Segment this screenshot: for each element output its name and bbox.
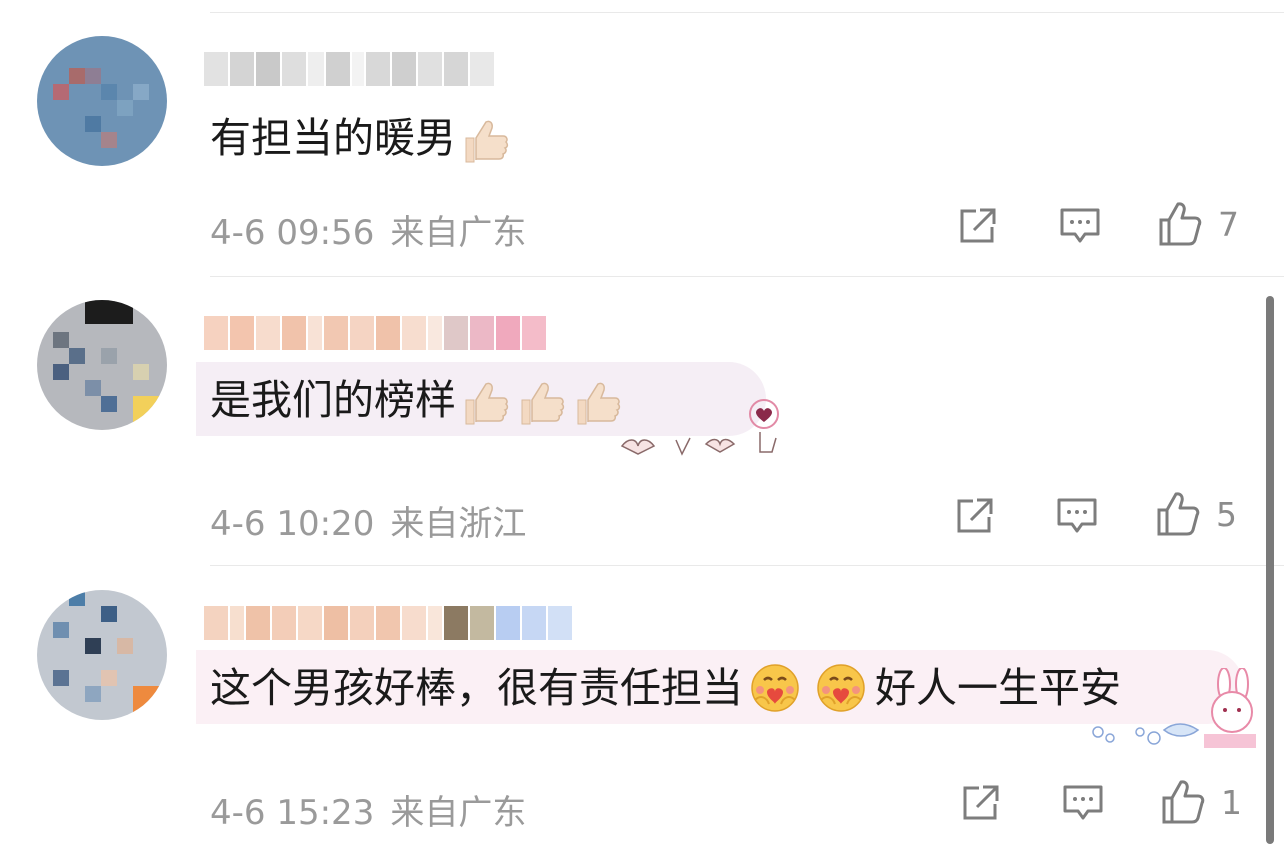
hugging-face-icon xyxy=(813,662,871,714)
comment-icon xyxy=(1060,208,1100,243)
heart-sticker-icon xyxy=(620,399,779,456)
like-button[interactable]: 7 xyxy=(1158,201,1239,247)
like-button[interactable]: 1 xyxy=(1161,779,1242,825)
username-blurred[interactable] xyxy=(204,50,494,88)
like-button[interactable]: 5 xyxy=(1156,491,1237,537)
thumbs-up-icon xyxy=(456,112,512,164)
thumbs-up-icon xyxy=(456,374,512,426)
share-button[interactable] xyxy=(958,207,998,245)
location: 来自广东 xyxy=(390,213,527,253)
comment-text: 这个男孩好棒，很有责任担当 好人一生平安 xyxy=(210,662,1121,714)
comment-divider xyxy=(210,276,1284,277)
username-blurred[interactable] xyxy=(204,314,546,352)
like-count: 7 xyxy=(1218,204,1239,244)
share-icon xyxy=(963,785,999,820)
comment-icon xyxy=(1063,785,1103,820)
username-blurred[interactable] xyxy=(204,604,572,642)
comment-text: 有担当的暖男 xyxy=(210,112,512,164)
thumbs-up-icon xyxy=(512,374,568,426)
share-icon xyxy=(960,208,996,243)
like-count: 5 xyxy=(1216,494,1237,534)
avatar[interactable] xyxy=(37,36,167,166)
share-icon xyxy=(957,498,993,533)
comment-meta: 4-6 15:23 来自广东 xyxy=(210,785,526,834)
comment-divider xyxy=(210,565,1284,566)
share-button[interactable] xyxy=(961,784,1001,822)
reply-button[interactable] xyxy=(1059,207,1101,245)
thumbs-up-icon xyxy=(1162,780,1205,824)
location: 来自浙江 xyxy=(390,504,527,544)
like-count: 1 xyxy=(1221,782,1242,822)
reply-button[interactable] xyxy=(1056,497,1098,535)
comment-meta: 4-6 10:20 来自浙江 xyxy=(210,496,526,545)
comment-text: 是我们的榜样 xyxy=(210,374,624,426)
share-button[interactable] xyxy=(955,497,995,535)
thumbs-up-icon xyxy=(1159,202,1202,246)
location: 来自广东 xyxy=(390,793,527,833)
comment-meta: 4-6 09:56 来自广东 xyxy=(210,205,526,254)
avatar[interactable] xyxy=(37,590,167,720)
avatar[interactable] xyxy=(37,300,167,430)
scrollbar[interactable] xyxy=(1266,296,1274,844)
timestamp: 4-6 15:23 xyxy=(210,793,375,833)
thumbs-up-icon xyxy=(1157,492,1200,536)
bunny-sticker-icon xyxy=(1092,668,1256,748)
top-divider xyxy=(210,12,1284,13)
timestamp: 4-6 09:56 xyxy=(210,213,375,253)
hugging-face-icon xyxy=(747,662,805,714)
comment-icon xyxy=(1057,498,1097,533)
reply-button[interactable] xyxy=(1062,784,1104,822)
timestamp: 4-6 10:20 xyxy=(210,504,375,544)
